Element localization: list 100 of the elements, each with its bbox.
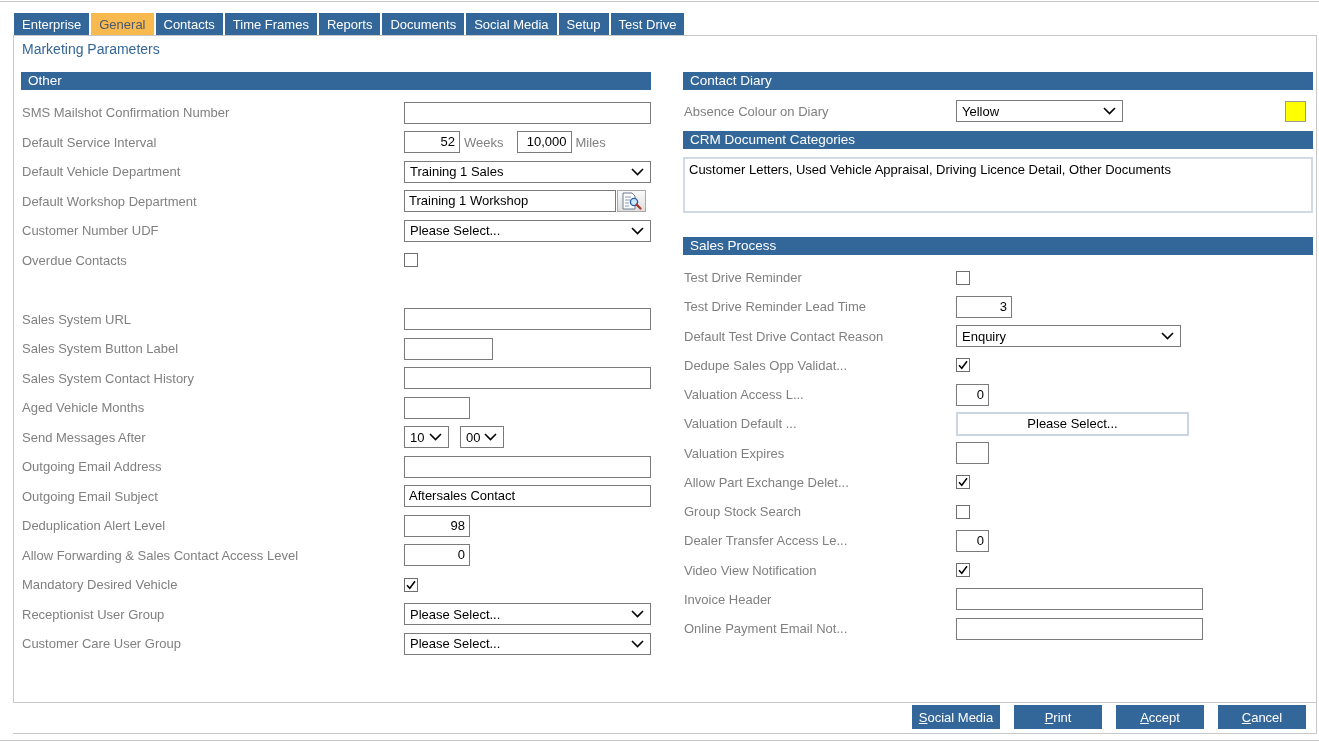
select-button[interactable]: Please Select... — [956, 411, 1189, 436]
checkbox[interactable] — [956, 504, 970, 519]
chevron-down-icon — [631, 610, 644, 619]
field-label: Test Drive Reminder Lead Time — [683, 299, 867, 315]
field-label: Allow Forwarding & Sales Contact Access Level — [21, 547, 298, 563]
lookup-button[interactable] — [617, 190, 646, 213]
action-button[interactable]: Cancel — [1218, 705, 1306, 729]
field-label: Default Test Drive Contact Reason — [683, 328, 884, 344]
field-label: Sales System Button Label — [21, 341, 179, 357]
tab[interactable]: Time Frames — [224, 13, 317, 35]
section-header: CRM Document Categories — [683, 131, 1313, 149]
tab[interactable]: Reports — [318, 13, 381, 35]
number-field[interactable]: 0 — [956, 529, 989, 552]
field-label: Absence Colour on Diary — [683, 103, 829, 119]
checkmark-icon — [406, 579, 416, 590]
document-search-icon — [621, 192, 642, 211]
tab[interactable]: Test Drive — [610, 13, 685, 35]
chevron-down-icon — [484, 433, 497, 442]
number-field[interactable]: 52 — [404, 131, 460, 154]
input-field[interactable] — [956, 588, 1203, 611]
tab[interactable]: Documents — [382, 13, 465, 35]
field-label: Default Workshop Department — [21, 193, 197, 209]
dropdown[interactable]: Enquiry — [956, 325, 1181, 348]
section-header: Sales Process — [683, 237, 1313, 255]
input-field[interactable] — [404, 308, 651, 331]
dropdown[interactable]: 10 — [404, 426, 449, 449]
field-label: Receptionist User Group — [21, 606, 165, 622]
chevron-down-icon — [631, 639, 644, 648]
dropdown[interactable]: Please Select... — [404, 632, 651, 655]
field-label: Group Stock Search — [683, 504, 802, 520]
action-button[interactable]: Accept — [1116, 705, 1204, 729]
unit-label: Weeks — [464, 134, 504, 150]
number-field[interactable]: 10,000 — [516, 131, 572, 154]
field-label: Invoice Header — [683, 591, 772, 607]
number-field[interactable]: 0 — [404, 544, 470, 567]
checkbox[interactable] — [956, 358, 970, 373]
number-field[interactable]: 0 — [956, 383, 989, 406]
action-button[interactable]: Print — [1014, 705, 1102, 729]
tab[interactable]: Setup — [558, 13, 609, 35]
chevron-down-icon — [1161, 332, 1174, 341]
input-field[interactable] — [404, 101, 651, 124]
chevron-down-icon — [631, 167, 644, 176]
field-label: Online Payment Email Not... — [683, 621, 848, 637]
field-label: Sales System URL — [21, 311, 132, 327]
field-label: Dedupe Sales Opp Validat... — [683, 357, 848, 373]
chevron-down-icon — [1103, 107, 1116, 115]
text-field[interactable]: Training 1 Workshop — [404, 190, 616, 213]
dropdown[interactable]: Training 1 Sales — [404, 160, 651, 183]
field-label: Outgoing Email Address — [21, 459, 162, 475]
field-label: Deduplication Alert Level — [21, 518, 166, 534]
field-label: Default Service Interval — [21, 134, 157, 150]
checkmark-icon — [958, 477, 968, 488]
field-label: Send Messages After — [21, 429, 146, 445]
tab[interactable]: Social Media — [466, 13, 557, 35]
checkbox[interactable] — [956, 563, 970, 578]
field-label: Sales System Contact History — [21, 370, 194, 386]
field-label: Video View Notification — [683, 562, 817, 578]
tab[interactable]: Contacts — [155, 13, 223, 35]
input-field[interactable] — [404, 337, 493, 360]
checkbox[interactable] — [404, 577, 418, 592]
field-label: Customer Care User Group — [21, 636, 181, 652]
section-header: Other — [21, 72, 651, 90]
field-label: Customer Number UDF — [21, 223, 159, 239]
checkbox[interactable] — [956, 270, 970, 285]
number-field[interactable]: 98 — [404, 514, 470, 537]
field-label: Dealer Transfer Access Le... — [683, 533, 848, 549]
input-field[interactable] — [956, 617, 1203, 640]
field-label: SMS Mailshot Confirmation Number — [21, 105, 230, 121]
field-label: Mandatory Desired Vehicle — [21, 577, 178, 593]
checkmark-icon — [958, 565, 968, 576]
input-field[interactable] — [956, 442, 989, 465]
chevron-down-icon — [631, 226, 644, 235]
field-label: Test Drive Reminder — [683, 270, 802, 286]
field-label: Outgoing Email Subject — [21, 488, 158, 504]
dropdown[interactable]: 00 — [460, 426, 504, 449]
page-title: Marketing Parameters — [21, 40, 160, 58]
tab[interactable]: Enterprise — [14, 13, 90, 35]
input-field[interactable] — [404, 455, 651, 478]
unit-label: Miles — [575, 134, 606, 150]
checkmark-icon — [958, 360, 968, 371]
field-label: Valuation Default ... — [683, 416, 797, 432]
dropdown[interactable]: Yellow — [956, 100, 1123, 122]
checkbox[interactable] — [404, 253, 418, 268]
text-area[interactable]: Customer Letters, Used Vehicle Appraisal, Driving Licence Detail, Other Documents — [683, 157, 1313, 213]
field-label: Default Vehicle Department — [21, 164, 181, 180]
number-field[interactable]: 3 — [956, 295, 1012, 318]
section-header: Contact Diary — [683, 72, 1313, 90]
action-button[interactable]: Social Media — [912, 705, 1000, 729]
field-label: Aged Vehicle Months — [21, 400, 145, 416]
dropdown[interactable]: Please Select... — [404, 219, 651, 242]
field-label: Allow Part Exchange Delet... — [683, 474, 849, 490]
field-label: Valuation Access L... — [683, 387, 804, 403]
text-field[interactable]: Aftersales Contact — [404, 485, 651, 508]
checkbox[interactable] — [956, 475, 970, 490]
tab[interactable]: General — [91, 13, 154, 35]
input-field[interactable] — [404, 396, 470, 419]
chevron-down-icon — [429, 433, 442, 442]
dropdown[interactable]: Please Select... — [404, 603, 651, 626]
input-field[interactable] — [404, 367, 651, 390]
field-label: Valuation Expires — [683, 445, 785, 461]
